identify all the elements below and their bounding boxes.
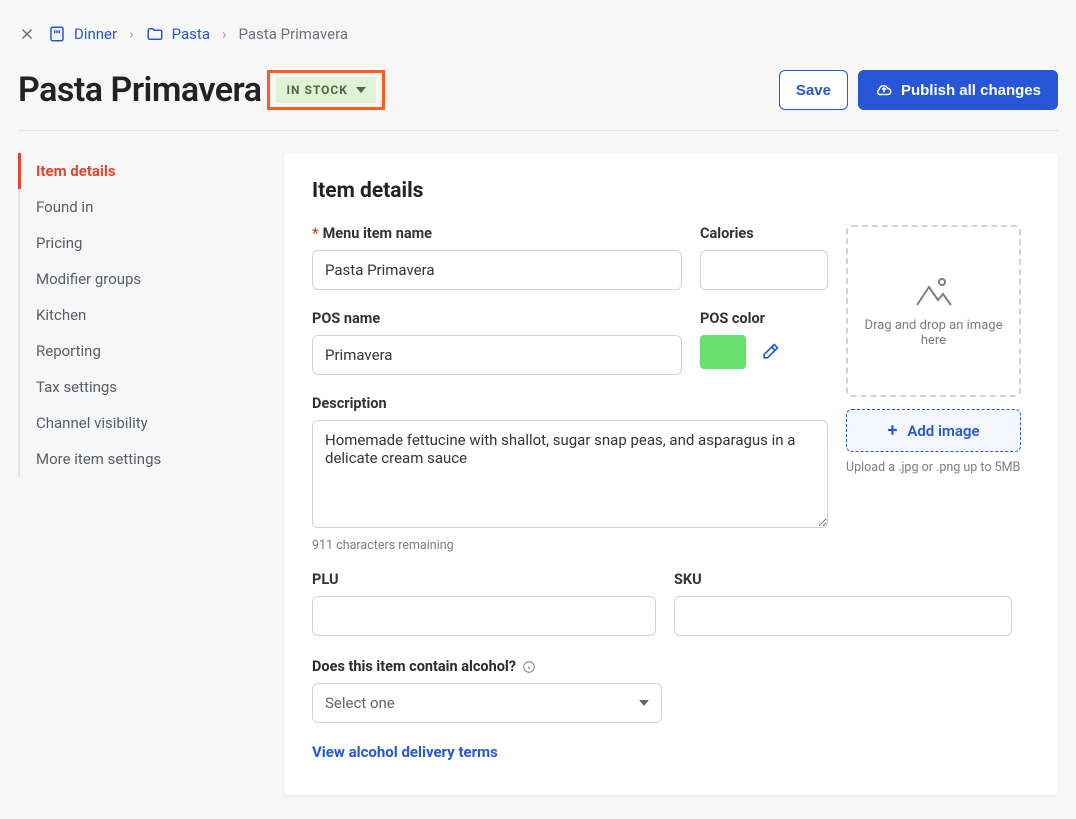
upload-hint: Upload a .jpg or .png up to 5MB: [846, 460, 1021, 475]
chevron-right-icon: ›: [129, 25, 134, 43]
sku-input[interactable]: [674, 596, 1012, 636]
sidenav-kitchen[interactable]: Kitchen: [20, 297, 262, 333]
plu-label: PLU: [312, 571, 656, 588]
folder-icon: [146, 25, 164, 43]
panel-heading: Item details: [312, 179, 1030, 203]
alcohol-select[interactable]: Select one: [312, 683, 662, 723]
sidenav-tax-settings[interactable]: Tax settings: [20, 369, 262, 405]
save-button[interactable]: Save: [779, 70, 848, 110]
close-icon[interactable]: [18, 25, 36, 43]
image-dropzone[interactable]: Drag and drop an image here: [846, 225, 1021, 397]
stock-status-label: IN STOCK: [286, 83, 347, 97]
calories-label: Calories: [700, 225, 828, 242]
image-placeholder-icon: [914, 274, 954, 308]
item-details-panel: Item details *Menu item name Calories Dr…: [284, 153, 1058, 795]
pos-color-swatch[interactable]: [700, 335, 746, 369]
cloud-upload-icon: [875, 81, 893, 99]
sidenav-pricing[interactable]: Pricing: [20, 225, 262, 261]
breadcrumb-menu-label: Dinner: [74, 25, 117, 43]
pos-name-label: POS name: [312, 310, 682, 327]
publish-button[interactable]: Publish all changes: [858, 70, 1058, 110]
alcohol-label: Does this item contain alcohol?: [312, 658, 516, 675]
plus-icon: +: [887, 420, 897, 441]
description-input[interactable]: [312, 420, 828, 528]
add-image-button[interactable]: + Add image: [846, 409, 1021, 452]
calories-input[interactable]: [700, 250, 828, 290]
menu-item-name-input[interactable]: [312, 250, 682, 290]
sidenav-modifier-groups[interactable]: Modifier groups: [20, 261, 262, 297]
breadcrumb-current: Pasta Primavera: [239, 25, 349, 43]
eyedropper-icon[interactable]: [760, 342, 780, 362]
pos-color-label: POS color: [700, 310, 828, 327]
alcohol-select-placeholder: Select one: [325, 694, 395, 712]
publish-label: Publish all changes: [901, 82, 1041, 99]
pos-name-input[interactable]: [312, 335, 682, 375]
menu-item-name-label: *Menu item name: [312, 225, 682, 242]
description-label: Description: [312, 395, 828, 412]
add-image-label: Add image: [907, 422, 979, 440]
breadcrumb: Dinner › Pasta › Pasta Primavera: [18, 16, 1058, 52]
stock-status-dropdown[interactable]: IN STOCK: [276, 77, 375, 103]
breadcrumb-category-label: Pasta: [172, 25, 210, 43]
info-icon[interactable]: [522, 660, 536, 674]
caret-down-icon: [356, 87, 366, 93]
breadcrumb-menu[interactable]: Dinner: [48, 25, 117, 43]
sku-label: SKU: [674, 571, 1012, 588]
plu-input[interactable]: [312, 596, 656, 636]
alcohol-terms-link[interactable]: View alcohol delivery terms: [312, 743, 498, 761]
sidenav-item-details[interactable]: Item details: [18, 153, 262, 189]
dropzone-text: Drag and drop an image here: [862, 318, 1005, 348]
sidenav-channel-visibility[interactable]: Channel visibility: [20, 405, 262, 441]
sidenav-more-settings[interactable]: More item settings: [20, 441, 262, 477]
sidenav-reporting[interactable]: Reporting: [20, 333, 262, 369]
menu-icon: [48, 25, 66, 43]
sidenav-found-in[interactable]: Found in: [20, 189, 262, 225]
description-remaining: 911 characters remaining: [312, 538, 828, 553]
stock-highlight: IN STOCK: [267, 70, 384, 110]
caret-down-icon: [639, 700, 649, 706]
chevron-right-icon: ›: [222, 25, 227, 43]
sidenav: Item details Found in Pricing Modifier g…: [18, 153, 262, 477]
page-title: Pasta Primavera: [18, 70, 261, 110]
breadcrumb-category[interactable]: Pasta: [146, 25, 210, 43]
